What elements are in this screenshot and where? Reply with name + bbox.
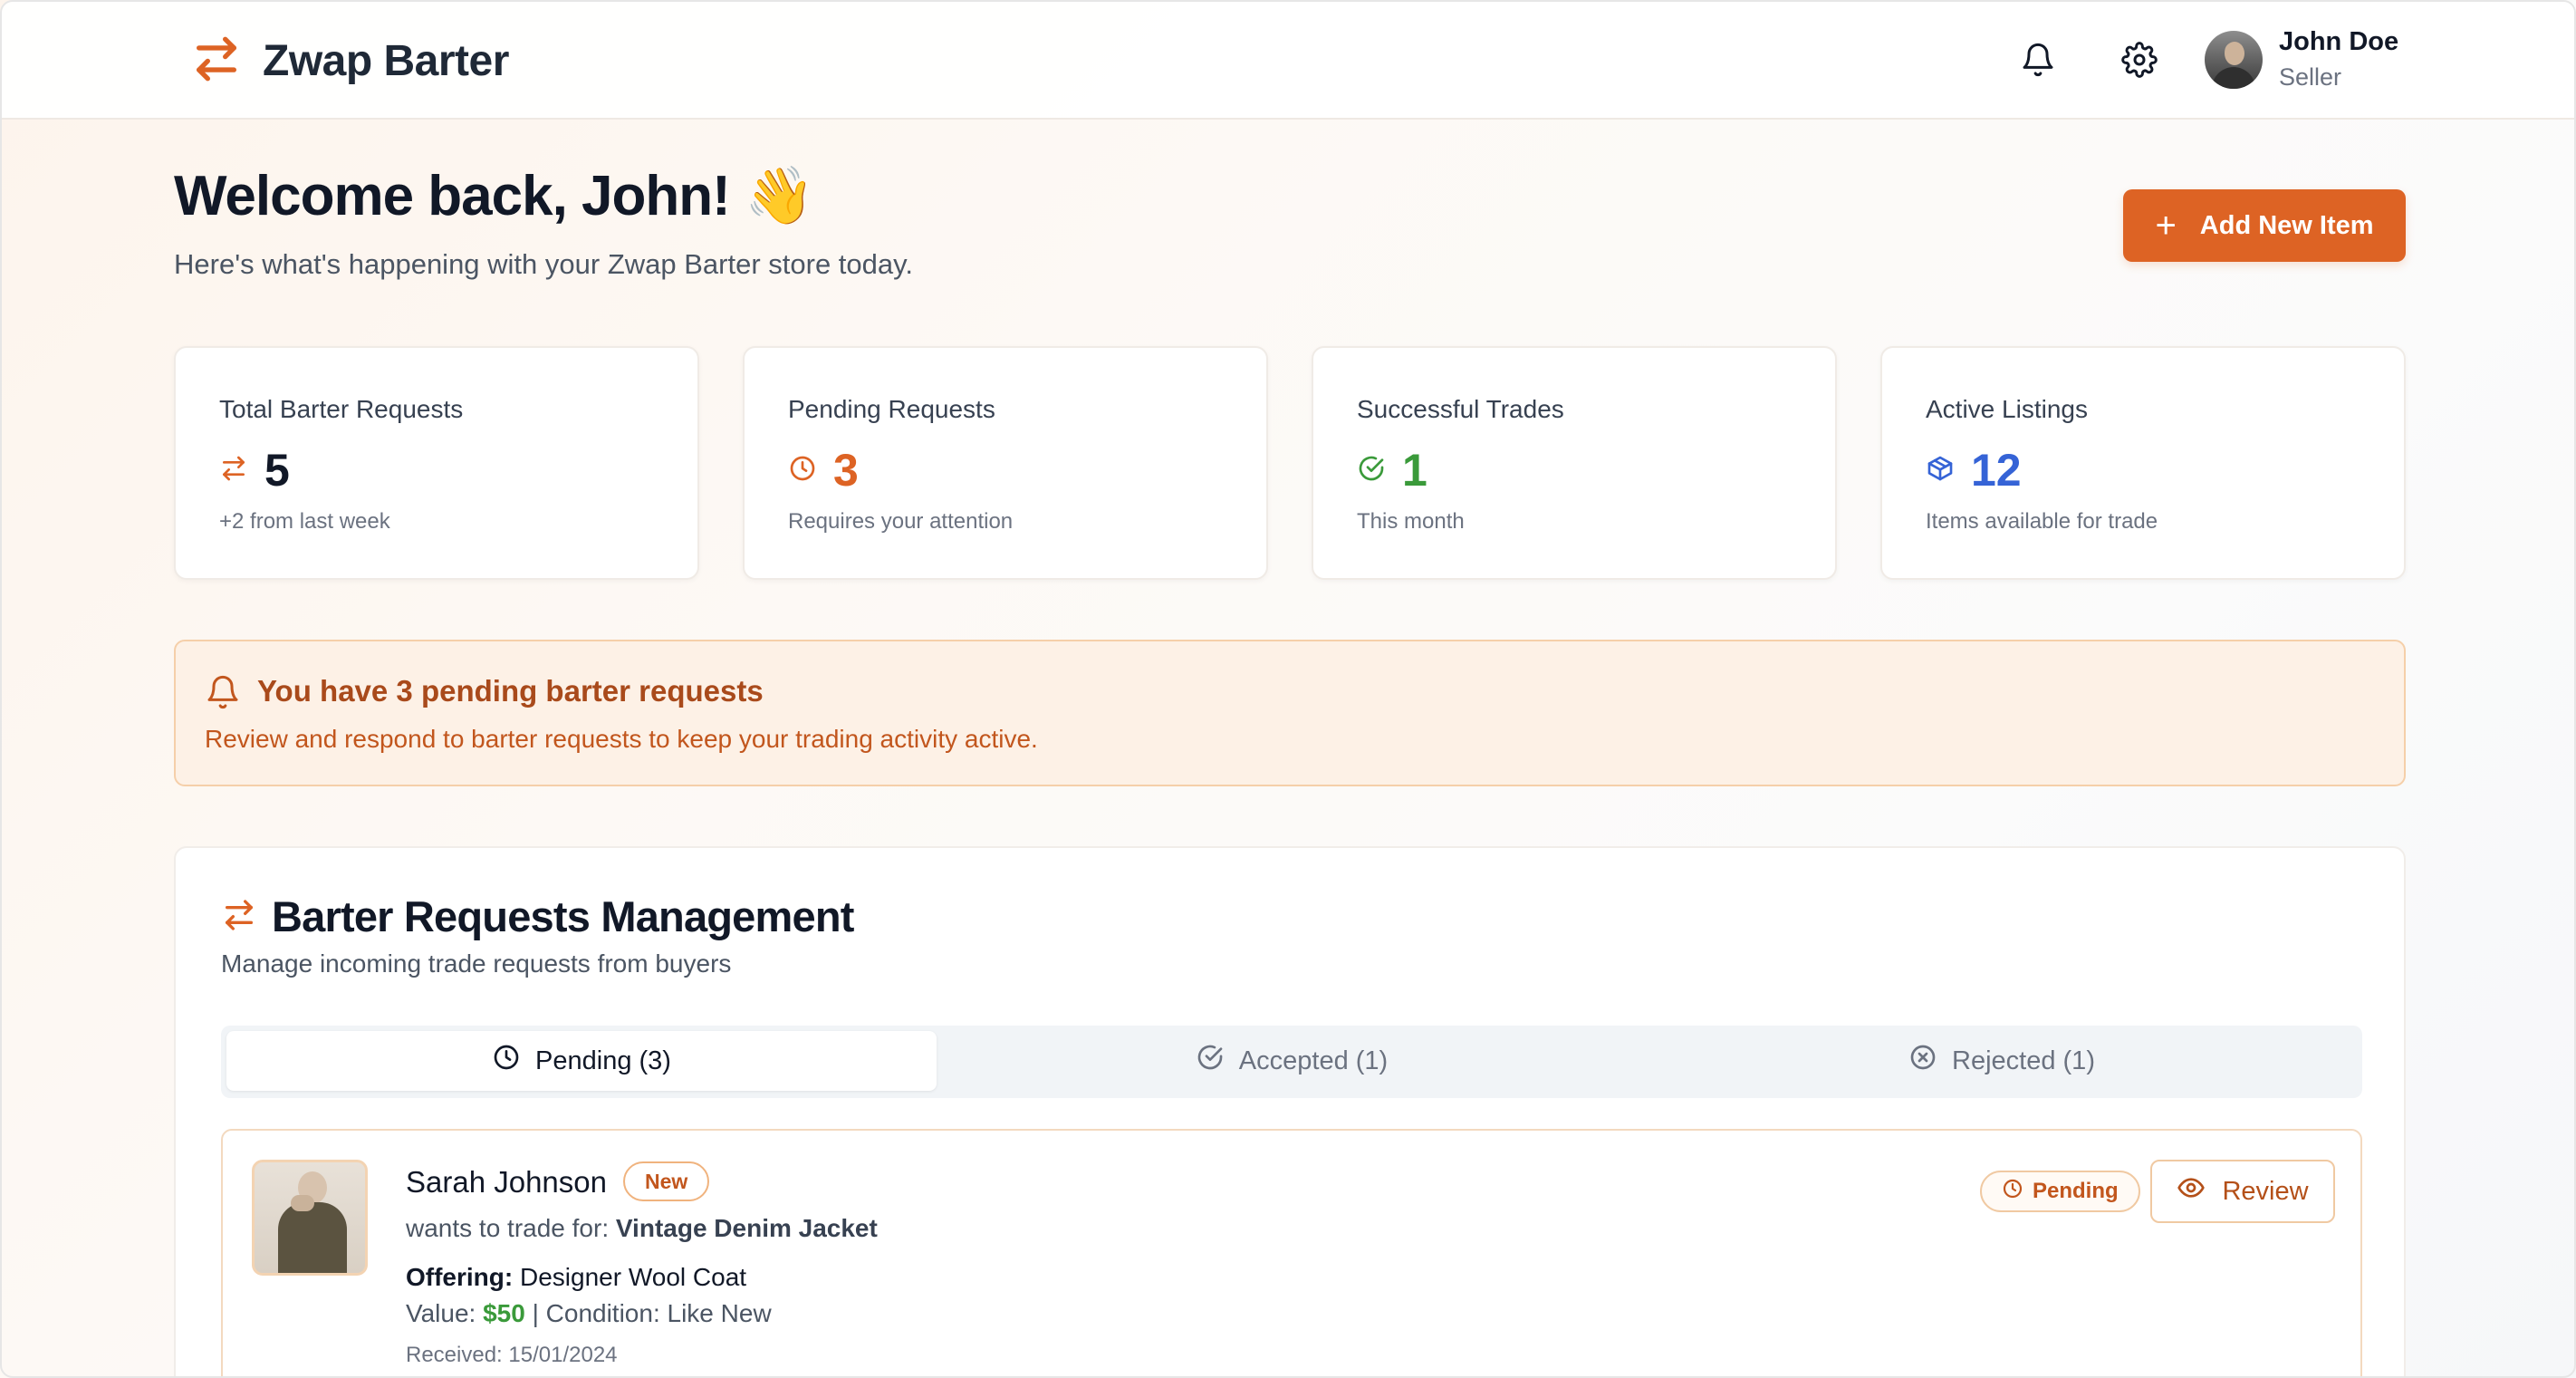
gear-icon[interactable] (2121, 42, 2158, 78)
review-label: Review (2222, 1176, 2309, 1206)
add-new-item-button[interactable]: + Add New Item (2123, 189, 2406, 262)
stat-label: Successful Trades (1357, 395, 1564, 423)
check-circle-icon (1357, 454, 1386, 487)
condition: | Condition: Like New (524, 1299, 772, 1327)
review-button[interactable]: Review (2150, 1160, 2335, 1223)
stat-card-active-listings: Active Listings 12 Items available for t… (1880, 346, 2406, 580)
alert-text: Review and respond to barter requests to… (205, 725, 1038, 753)
x-circle-icon (1908, 1043, 1937, 1079)
new-badge: New (623, 1161, 710, 1201)
user-role: Seller (2279, 63, 2342, 91)
offered-item-image (252, 1160, 368, 1276)
stat-label: Pending Requests (788, 395, 995, 423)
alert-title: You have 3 pending barter requests (257, 674, 764, 708)
panel-title: Barter Requests Management (272, 892, 854, 940)
bell-icon (205, 674, 241, 710)
swap-logo-icon (190, 33, 243, 90)
stat-label: Total Barter Requests (219, 395, 464, 423)
tab-label: Pending (3) (535, 1046, 671, 1075)
stat-note: Items available for trade (1926, 509, 2158, 534)
stat-note: +2 from last week (219, 509, 390, 534)
page-title: Welcome back, John! 👋 (174, 165, 814, 227)
tab-rejected[interactable]: Rejected (1) (1647, 1031, 2357, 1091)
page-subtitle: Here's what's happening with your Zwap B… (174, 248, 913, 280)
check-circle-icon (1196, 1043, 1225, 1079)
bell-icon[interactable] (2020, 42, 2056, 78)
user-name: John Doe (2279, 27, 2399, 56)
swap-icon (219, 454, 248, 487)
panel-subtitle: Manage incoming trade requests from buye… (221, 949, 732, 978)
stat-label: Active Listings (1926, 395, 2088, 423)
request-tabs: Pending (3) Accepted (1) Rejected (1) (221, 1026, 2362, 1098)
stat-value: 12 (1971, 445, 2022, 496)
status-badge: Pending (1980, 1171, 2140, 1212)
value-line: Value: $50 | Condition: Like New (406, 1299, 772, 1327)
pending-alert: You have 3 pending barter requests Revie… (174, 640, 2406, 786)
stat-card-successful-trades: Successful Trades 1 This month (1312, 346, 1837, 580)
offering-line: Offering: Designer Wool Coat (406, 1263, 747, 1291)
stat-card-pending-requests: Pending Requests 3 Requires your attenti… (743, 346, 1268, 580)
tab-label: Rejected (1) (1952, 1046, 2095, 1075)
stat-note: Requires your attention (788, 509, 1014, 534)
plus-icon: + (2155, 206, 2177, 246)
stat-value: 3 (833, 445, 859, 496)
clock-icon (492, 1043, 521, 1079)
received-date: Received: 15/01/2024 (406, 1343, 618, 1367)
brand-name: Zwap Barter (263, 37, 509, 85)
wanted-item-line: wants to trade for: Vintage Denim Jacket (406, 1214, 878, 1242)
tab-pending[interactable]: Pending (3) (226, 1031, 937, 1091)
request-card[interactable]: Sarah Johnson New wants to trade for: Vi… (221, 1129, 2362, 1376)
offer-value: $50 (483, 1299, 525, 1327)
stat-value: 5 (264, 445, 290, 496)
stat-card-total-requests: Total Barter Requests 5 +2 from last wee… (174, 346, 699, 580)
tab-accepted[interactable]: Accepted (1) (937, 1031, 1647, 1091)
stat-note: This month (1357, 509, 1465, 534)
clock-icon (2002, 1178, 2023, 1206)
requester-name: Sarah Johnson (406, 1165, 607, 1199)
stat-value: 1 (1402, 445, 1427, 496)
clock-icon (788, 454, 817, 487)
swap-icon (221, 897, 257, 933)
wanted-item: Vintage Denim Jacket (615, 1214, 878, 1242)
eye-icon (2177, 1173, 2206, 1209)
tab-label: Accepted (1) (1238, 1046, 1389, 1075)
top-header: Zwap Barter John Doe Seller (2, 2, 2574, 120)
add-new-item-label: Add New Item (2199, 210, 2374, 240)
package-icon (1926, 454, 1955, 487)
avatar[interactable] (2205, 31, 2263, 89)
app-window: Zwap Barter John Doe Seller Welcome back… (0, 0, 2576, 1378)
offered-item: Designer Wool Coat (513, 1263, 747, 1291)
barter-requests-panel: Barter Requests Management Manage incomi… (174, 846, 2406, 1376)
brand[interactable]: Zwap Barter (190, 33, 509, 90)
